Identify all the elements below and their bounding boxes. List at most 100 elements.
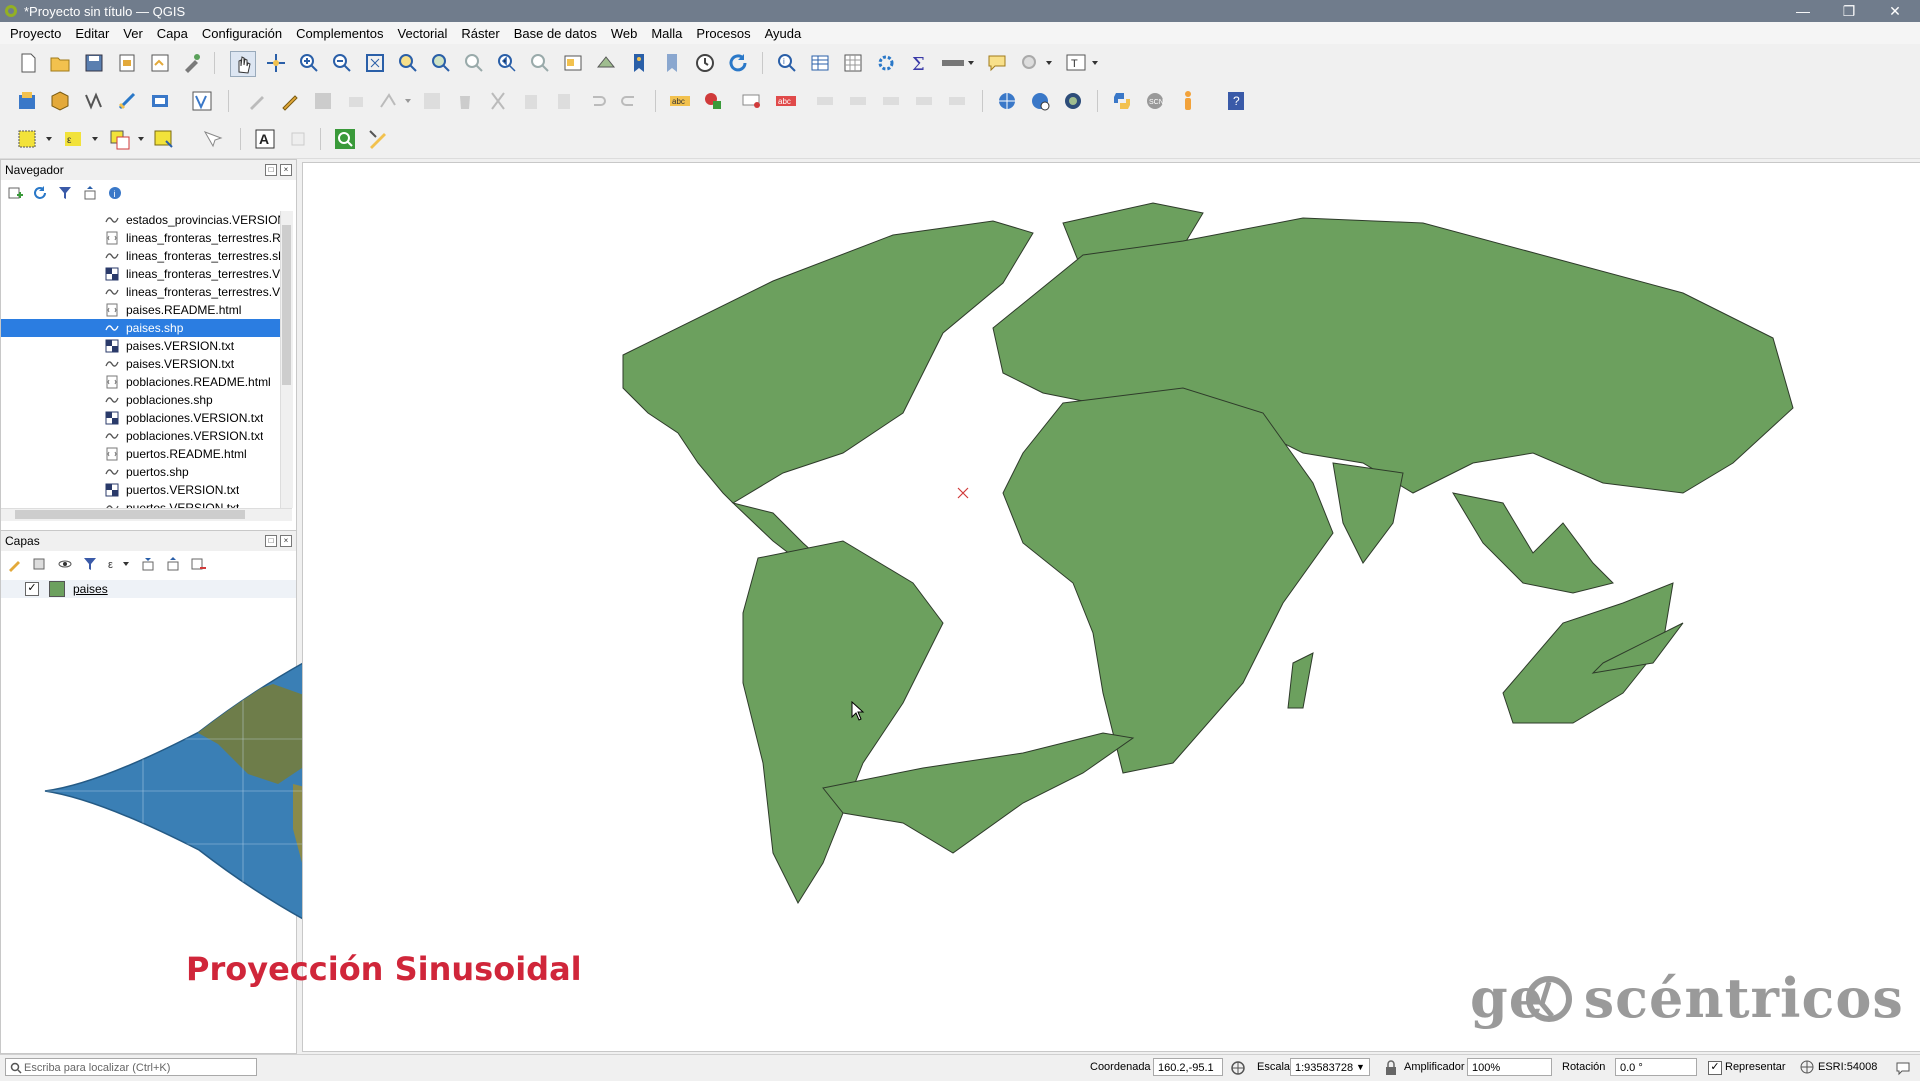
- select-by-location-icon[interactable]: [152, 127, 176, 151]
- zoom-next-icon[interactable]: [528, 51, 552, 75]
- menu-ayuda[interactable]: Ayuda: [758, 26, 809, 41]
- collapse-all-icon[interactable]: [82, 185, 98, 201]
- zoom-to-layer-icon[interactable]: [429, 51, 453, 75]
- pin-labels-icon[interactable]: [741, 89, 765, 113]
- show-hide-labels-icon[interactable]: [913, 89, 937, 113]
- map-tips-icon[interactable]: [985, 51, 1009, 75]
- float-panel-icon[interactable]: □: [265, 535, 277, 547]
- scrollbar-thumb[interactable]: [282, 225, 291, 385]
- coordinate-field[interactable]: 160.2,-95.1: [1153, 1058, 1223, 1076]
- navigator-file-item[interactable]: lineas_fronteras_terrestres.VERSION.txt: [1, 265, 280, 283]
- menu-capa[interactable]: Capa: [150, 26, 195, 41]
- digitizing-tools-icon[interactable]: [366, 127, 390, 151]
- save-edits-icon[interactable]: [311, 89, 335, 113]
- lock-scale-icon[interactable]: [1384, 1060, 1398, 1076]
- help-icon[interactable]: ?: [1224, 89, 1248, 113]
- navigator-file-item[interactable]: puertos.README.html: [1, 445, 280, 463]
- navigator-file-item[interactable]: puertos.shp: [1, 463, 280, 481]
- new-3d-map-view-icon[interactable]: [594, 51, 618, 75]
- navigator-file-item[interactable]: paises.README.html: [1, 301, 280, 319]
- rotate-label-icon[interactable]: [847, 89, 871, 113]
- new-project-icon[interactable]: [16, 51, 40, 75]
- vertex-tool-icon[interactable]: [377, 89, 413, 113]
- field-calculator-icon[interactable]: [841, 51, 865, 75]
- navigator-file-item[interactable]: lineas_fronteras_terrestres.shp: [1, 247, 280, 265]
- add-selected-layers-icon[interactable]: [7, 185, 23, 201]
- open-attribute-table-icon[interactable]: [808, 51, 832, 75]
- menu-complementos[interactable]: Complementos: [289, 26, 390, 41]
- navigator-file-item[interactable]: poblaciones.VERSION.txt: [1, 409, 280, 427]
- menu-ver[interactable]: Ver: [116, 26, 150, 41]
- menu-configuracion[interactable]: Configuración: [195, 26, 289, 41]
- map-canvas[interactable]: [302, 162, 1920, 1052]
- new-geopackage-layer-icon[interactable]: [48, 89, 72, 113]
- navigator-file-item[interactable]: estados_provincias.VERSION.txt: [1, 211, 280, 229]
- add-group-icon[interactable]: [32, 556, 48, 572]
- navigator-file-item[interactable]: paises.shp: [1, 319, 280, 337]
- paste-features-icon[interactable]: [552, 89, 576, 113]
- menu-vectorial[interactable]: Vectorial: [391, 26, 455, 41]
- menu-procesos[interactable]: Procesos: [689, 26, 757, 41]
- select-features-icon[interactable]: [16, 127, 52, 151]
- label-properties-icon[interactable]: [946, 89, 970, 113]
- remove-layer-icon[interactable]: [190, 556, 206, 572]
- expand-all-icon[interactable]: [140, 556, 156, 572]
- style-manager-icon[interactable]: [180, 51, 204, 75]
- wms-search-icon[interactable]: [1028, 89, 1052, 113]
- data-source-manager-icon[interactable]: [16, 89, 40, 113]
- navigator-file-item[interactable]: lineas_fronteras_terrestres.VERSION.txt: [1, 283, 280, 301]
- navigator-file-item[interactable]: poblaciones.README.html: [1, 373, 280, 391]
- menu-malla[interactable]: Malla: [644, 26, 689, 41]
- close-button[interactable]: ✕: [1872, 0, 1918, 22]
- manage-map-themes-icon[interactable]: [57, 556, 73, 572]
- processing-toolbox-icon[interactable]: [874, 51, 898, 75]
- text-annotation-icon[interactable]: T: [1064, 51, 1100, 75]
- navigator-file-item[interactable]: poblaciones.VERSION.txt: [1, 427, 280, 445]
- add-feature-icon[interactable]: [344, 89, 368, 113]
- pan-map-icon[interactable]: [230, 51, 256, 77]
- identify-features-icon[interactable]: i: [775, 51, 799, 75]
- highlight-labels-icon[interactable]: abc: [774, 89, 798, 113]
- street-view-icon[interactable]: [1176, 89, 1200, 113]
- statistical-summary-icon[interactable]: Σ: [907, 51, 931, 75]
- zoom-last-icon[interactable]: [495, 51, 519, 75]
- add-vector-layer-icon[interactable]: [190, 89, 214, 113]
- refresh-icon[interactable]: [32, 185, 48, 201]
- new-shapefile-layer-icon[interactable]: [82, 89, 106, 113]
- filter-icon[interactable]: [57, 185, 73, 201]
- navigator-file-item[interactable]: puertos.VERSION.txt: [1, 481, 280, 499]
- locate-search-icon[interactable]: [333, 127, 357, 151]
- new-bookmark-icon[interactable]: [627, 51, 651, 75]
- messages-icon[interactable]: [1895, 1060, 1911, 1076]
- metasearch-icon[interactable]: [995, 89, 1019, 113]
- open-layer-styling-icon[interactable]: [7, 556, 23, 572]
- extents-toggle-icon[interactable]: [1230, 1060, 1246, 1076]
- scrollbar-thumb[interactable]: [15, 510, 245, 519]
- locator-search-input[interactable]: Escriba para localizar (Ctrl+K): [5, 1058, 257, 1076]
- navigator-file-item[interactable]: puertos.VERSION.txt: [1, 499, 280, 508]
- change-label-icon[interactable]: [880, 89, 904, 113]
- properties-info-icon[interactable]: i: [107, 185, 123, 201]
- move-label-icon[interactable]: [814, 89, 838, 113]
- filter-by-expression-icon[interactable]: ε: [107, 556, 131, 572]
- new-virtual-layer-icon[interactable]: [148, 89, 172, 113]
- menu-proyecto[interactable]: Proyecto: [3, 26, 68, 41]
- text-annotation-a-icon[interactable]: A: [253, 127, 277, 151]
- refresh-icon[interactable]: [726, 51, 750, 75]
- navigator-horizontal-scrollbar[interactable]: [1, 508, 292, 521]
- navigator-vertical-scrollbar[interactable]: [280, 211, 293, 508]
- new-temporary-layer-icon[interactable]: [115, 89, 139, 113]
- measure-line-icon[interactable]: [940, 51, 976, 75]
- navigator-file-item[interactable]: paises.VERSION.txt: [1, 337, 280, 355]
- menu-raster[interactable]: Ráster: [454, 26, 506, 41]
- save-project-icon[interactable]: [82, 51, 106, 75]
- toggle-editing-icon[interactable]: [278, 89, 302, 113]
- collapse-all-icon[interactable]: [165, 556, 181, 572]
- menu-editar[interactable]: Editar: [68, 26, 116, 41]
- crs-label[interactable]: ESRI:54008: [1818, 1061, 1877, 1073]
- locate-icon[interactable]: [1018, 51, 1054, 75]
- close-panel-icon[interactable]: ×: [280, 535, 292, 547]
- form-annotation-icon[interactable]: [286, 127, 310, 151]
- filter-legend-icon[interactable]: [82, 556, 98, 572]
- close-panel-icon[interactable]: ×: [280, 164, 292, 176]
